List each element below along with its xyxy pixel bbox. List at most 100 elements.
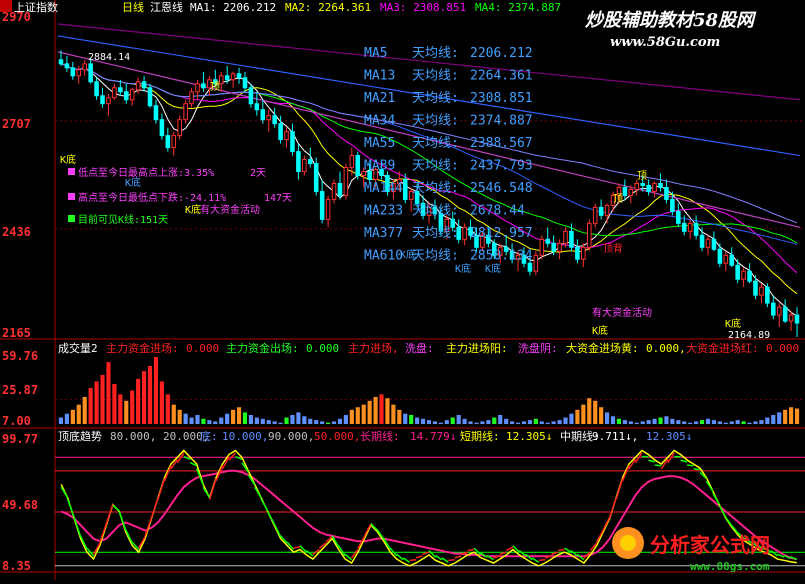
- vol-item-1-label: 主力资金出场:: [226, 341, 299, 355]
- volume-bar: [552, 421, 556, 424]
- annotation-k-bottom-5: K底: [455, 262, 471, 275]
- volume-bar: [421, 419, 425, 424]
- volume-bar: [59, 418, 63, 424]
- candle-body: [570, 231, 574, 247]
- volume-bar: [71, 410, 75, 424]
- ma-legend-label: 天均线:: [412, 91, 459, 106]
- candle-body: [754, 281, 758, 295]
- ma-legend-label: 天均线:: [412, 69, 459, 84]
- volume-bar: [581, 405, 585, 424]
- ma-legend-label: 天均线:: [412, 204, 459, 219]
- candle-body: [107, 98, 111, 104]
- volume-bar: [284, 418, 288, 424]
- volume-bar: [338, 419, 342, 424]
- osc-title: 顶底趋势: [58, 429, 102, 443]
- volume-bar: [385, 398, 389, 424]
- volume-bar: [391, 405, 395, 424]
- volume-bar: [611, 416, 615, 424]
- volume-bar: [142, 371, 146, 424]
- vol-item-5-label: 洗盘阴:: [518, 341, 558, 355]
- volume-bar: [457, 415, 461, 424]
- annotation-k-bottom-7: K底: [592, 324, 608, 337]
- candle-body: [582, 247, 586, 259]
- candle-body: [534, 255, 538, 271]
- osc-signal-segment: [687, 465, 693, 466]
- vol-item-7-value: 0.000: [766, 342, 799, 355]
- candle-body: [249, 88, 253, 104]
- ma-legend-value: 2678.44: [470, 204, 525, 219]
- ma-legend-name: MA5: [364, 46, 387, 61]
- candle-body: [83, 64, 87, 70]
- candle-body: [59, 60, 63, 64]
- vol-tick-2: 7.00: [2, 414, 31, 428]
- period-label[interactable]: 日线: [122, 0, 144, 14]
- vol-item-0-value: 0.000: [186, 342, 219, 355]
- candle-body: [196, 84, 200, 92]
- volume-bar: [213, 421, 217, 424]
- volume-bar: [558, 420, 562, 424]
- volume-bar: [166, 394, 170, 424]
- volume-bar: [255, 418, 259, 424]
- ma-legend-value: 2264.361: [470, 69, 533, 84]
- ma-legend-name: MA55: [364, 136, 395, 151]
- ma-legend-value: 2546.548: [470, 181, 533, 196]
- volume-bar: [356, 407, 360, 424]
- volume-bar: [136, 379, 140, 424]
- osc-tick-0: 99.77: [2, 432, 38, 446]
- ma2-value: MA2: 2264.361: [285, 1, 371, 14]
- stats-extra-0: 2天: [250, 168, 266, 179]
- indicator-label[interactable]: 江恩线: [150, 0, 183, 14]
- ma-legend-name: MA13: [364, 69, 395, 84]
- candle-body: [659, 183, 663, 187]
- volume-bar: [753, 421, 757, 424]
- candle-body: [273, 116, 277, 124]
- volume-bar: [617, 419, 621, 424]
- candle-body: [671, 199, 675, 211]
- volume-bar: [771, 415, 775, 424]
- volume-bar: [433, 421, 437, 424]
- ma-legend-value: 2812.957: [470, 226, 533, 241]
- candle-body: [297, 152, 301, 172]
- candle-body: [71, 68, 75, 76]
- osc-tick-1: 49.68: [2, 498, 38, 512]
- annotation-top-2: 顶: [613, 193, 623, 205]
- candle-body: [291, 132, 295, 152]
- volume-bar: [463, 419, 467, 424]
- ma-legend-value: 2437.793: [470, 159, 533, 174]
- volume-bar: [225, 414, 229, 424]
- volume-bar: [451, 418, 455, 424]
- volume-bar: [682, 421, 686, 424]
- annotation-k-bottom-2: K底: [125, 176, 141, 189]
- volume-bar: [219, 418, 223, 424]
- watermark-bottom-text: 分析家公式网: [650, 533, 770, 557]
- candle-body: [225, 76, 229, 80]
- candle-body: [552, 243, 556, 251]
- volume-bar: [599, 407, 603, 424]
- volume-bar: [516, 423, 520, 424]
- volume-bar: [468, 421, 472, 424]
- volume-bar: [89, 388, 93, 424]
- candle-body: [766, 287, 770, 303]
- volume-bar: [587, 398, 591, 424]
- kline-chart[interactable]: 上证指数 日线 江恩线 MA1: 2206.212 MA2: 2264.361 …: [0, 0, 805, 580]
- volume-bar: [670, 419, 674, 424]
- volume-bar: [332, 421, 336, 424]
- candle-body: [694, 223, 698, 235]
- vol-item-6-label: 大资金进场黄:: [566, 341, 639, 355]
- candle-body: [647, 185, 651, 191]
- volume-bar: [83, 397, 87, 424]
- ma-legend-value: 2308.851: [470, 91, 533, 106]
- volume-bar: [95, 381, 99, 424]
- volume-bar: [528, 420, 532, 424]
- candle-body: [587, 223, 591, 247]
- stats-line-1: 高点至今日最低点下跌:-24.11%: [78, 191, 226, 204]
- volume-bar: [130, 390, 134, 424]
- volume-bar: [189, 418, 193, 424]
- candle-body: [724, 255, 728, 263]
- osc-signal-segment: [539, 560, 545, 561]
- volume-bar: [373, 397, 377, 424]
- candle-body: [742, 271, 746, 279]
- candle-body: [665, 187, 669, 199]
- candle-body: [202, 84, 206, 88]
- ma-legend-name: MA377: [364, 226, 403, 241]
